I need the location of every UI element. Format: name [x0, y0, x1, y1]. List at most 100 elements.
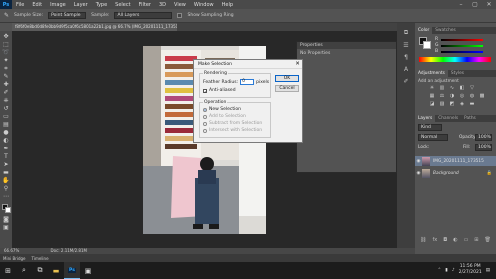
- eyedropper-tool-icon[interactable]: ✎: [4, 12, 9, 19]
- history-panel-icon[interactable]: ⧉: [404, 29, 408, 37]
- hue-sat-adjust-icon[interactable]: ▦: [429, 94, 435, 99]
- tab-adjustments[interactable]: Adjustments: [415, 70, 448, 77]
- menu-help[interactable]: Help: [218, 2, 237, 8]
- path-select-icon[interactable]: ➤: [2, 161, 10, 168]
- menu-3d[interactable]: 3D: [155, 2, 170, 8]
- threshold-adjust-icon[interactable]: ◩: [449, 102, 455, 107]
- document-tab[interactable]: f8f6f0e8bd0d8fe0bb9d9f5ca0f6c5801a22b1.j…: [12, 23, 177, 31]
- pen-tool-icon[interactable]: ✒: [2, 145, 10, 152]
- type-tool-icon[interactable]: T: [2, 153, 10, 160]
- blend-mode-select[interactable]: Normal: [418, 134, 448, 141]
- antialiased-checkbox[interactable]: ✓: [203, 88, 207, 93]
- tab-styles[interactable]: Styles: [448, 70, 467, 77]
- tab-mini-bridge[interactable]: Mini Bridge: [3, 256, 26, 261]
- zoom-tool-icon[interactable]: ⚲: [2, 185, 10, 192]
- tray-up-arrow-icon[interactable]: ⌃: [438, 268, 442, 273]
- move-tool-icon[interactable]: ✥: [2, 33, 10, 40]
- brightness-adjust-icon[interactable]: ☀: [429, 86, 435, 91]
- brush-tool-icon[interactable]: ✐: [2, 89, 10, 96]
- tab-paths[interactable]: Paths: [461, 115, 479, 122]
- minimize-button[interactable]: –: [454, 0, 468, 9]
- posterize-adjust-icon[interactable]: ▨: [439, 102, 445, 107]
- zoom-level[interactable]: 66.67%: [4, 248, 19, 253]
- menu-type[interactable]: Type: [92, 2, 111, 8]
- exposure-adjust-icon[interactable]: ◧: [459, 86, 465, 91]
- eraser-tool-icon[interactable]: ▭: [2, 113, 10, 120]
- tab-timeline[interactable]: Timeline: [32, 256, 49, 261]
- photoshop-taskbar-icon[interactable]: Ps: [64, 262, 80, 279]
- gradient-map-adjust-icon[interactable]: ▬: [469, 102, 475, 107]
- photo-filter-adjust-icon[interactable]: ◎: [459, 94, 465, 99]
- delete-layer-icon[interactable]: 🗑: [485, 237, 491, 245]
- history-brush-icon[interactable]: ↺: [2, 105, 10, 112]
- show-ring-checkbox[interactable]: [177, 13, 183, 18]
- visibility-eye-icon[interactable]: ◉: [415, 171, 422, 176]
- cancel-button[interactable]: Cancel: [275, 85, 299, 92]
- sample-select[interactable]: All Layers: [114, 12, 173, 19]
- task-view-icon[interactable]: ⧉: [32, 262, 48, 279]
- tab-color[interactable]: Color: [415, 27, 433, 34]
- dialog-close-icon[interactable]: ✕: [293, 60, 302, 68]
- menu-file[interactable]: File: [12, 2, 28, 8]
- new-layer-icon[interactable]: ⊞: [474, 237, 478, 245]
- brush-panel-icon[interactable]: ✐: [403, 78, 408, 85]
- edit-toolbar-icon[interactable]: ⋯: [2, 193, 10, 200]
- quick-mask-icon[interactable]: ◙: [2, 216, 10, 223]
- feather-input[interactable]: 0: [240, 79, 255, 85]
- marquee-tool-icon[interactable]: ⬚: [2, 41, 10, 48]
- blur-tool-icon[interactable]: ●: [2, 129, 10, 136]
- hand-tool-icon[interactable]: ✋: [2, 177, 10, 184]
- color-panel-bg-swatch[interactable]: [423, 41, 431, 49]
- menu-image[interactable]: Image: [46, 2, 70, 8]
- vibrance-adjust-icon[interactable]: ▽: [469, 86, 475, 91]
- notifications-icon[interactable]: ▤: [486, 268, 490, 273]
- character-panel-icon[interactable]: A: [404, 66, 408, 73]
- dodge-tool-icon[interactable]: ◐: [2, 137, 10, 144]
- sample-size-select[interactable]: Point Sample: [48, 12, 87, 19]
- menu-select[interactable]: Select: [111, 2, 134, 8]
- gradient-tool-icon[interactable]: ▤: [2, 121, 10, 128]
- doc-size[interactable]: Doc: 2.11M/2.81M: [51, 248, 87, 253]
- slider-g[interactable]: [441, 45, 483, 47]
- foreground-color-swatch[interactable]: [1, 204, 11, 213]
- fill-input[interactable]: 100%: [475, 144, 492, 151]
- tab-swatches[interactable]: Swatches: [432, 27, 459, 34]
- new-group-icon[interactable]: ▭: [464, 237, 469, 245]
- shape-tool-icon[interactable]: ▬: [2, 169, 10, 176]
- dialog-titlebar[interactable]: Make Selection ✕: [194, 60, 302, 69]
- tab-layers[interactable]: Layers: [415, 115, 436, 122]
- photos-app-icon[interactable]: ▣: [80, 262, 96, 279]
- bw-adjust-icon[interactable]: ◑: [449, 94, 455, 99]
- slider-r[interactable]: [441, 39, 483, 41]
- layer-row[interactable]: ◉ IMG_20201111_173515: [415, 156, 496, 166]
- add-mask-icon[interactable]: ◘: [443, 237, 447, 245]
- slider-b[interactable]: [441, 51, 483, 53]
- clock[interactable]: 11:56 PM 2/27/2021: [459, 264, 482, 276]
- op-new-radio[interactable]: [203, 107, 207, 112]
- paragraph-panel-icon[interactable]: ¶: [404, 54, 408, 61]
- properties-panel-icon[interactable]: ☰: [403, 42, 408, 49]
- file-explorer-icon[interactable]: ▬: [48, 262, 64, 279]
- menu-window[interactable]: Window: [190, 2, 218, 8]
- lasso-tool-icon[interactable]: ➰: [2, 49, 10, 56]
- curves-adjust-icon[interactable]: ∿: [449, 86, 455, 91]
- clone-stamp-icon[interactable]: ⎈: [2, 97, 10, 104]
- color-spectrum-bar[interactable]: [419, 57, 491, 62]
- invert-adjust-icon[interactable]: ◪: [429, 102, 435, 107]
- menu-view[interactable]: View: [170, 2, 190, 8]
- menu-edit[interactable]: Edit: [28, 2, 46, 8]
- opacity-input[interactable]: 100%: [475, 134, 492, 141]
- volume-icon[interactable]: ♪: [452, 268, 455, 273]
- ok-button[interactable]: OK: [275, 75, 299, 82]
- visibility-eye-icon[interactable]: ◉: [415, 159, 422, 164]
- color-lookup-adjust-icon[interactable]: ▩: [479, 94, 485, 99]
- color-balance-adjust-icon[interactable]: ⚖: [439, 94, 445, 99]
- layer-filter-kind[interactable]: Kind: [418, 124, 442, 131]
- menu-filter[interactable]: Filter: [135, 2, 155, 8]
- levels-adjust-icon[interactable]: ▥: [439, 86, 445, 91]
- search-icon[interactable]: ⌕: [16, 262, 32, 279]
- screen-mode-icon[interactable]: ▣: [2, 224, 10, 231]
- crop-tool-icon[interactable]: ⌗: [2, 65, 10, 72]
- link-layers-icon[interactable]: ⛓: [420, 237, 426, 245]
- menu-layer[interactable]: Layer: [70, 2, 92, 8]
